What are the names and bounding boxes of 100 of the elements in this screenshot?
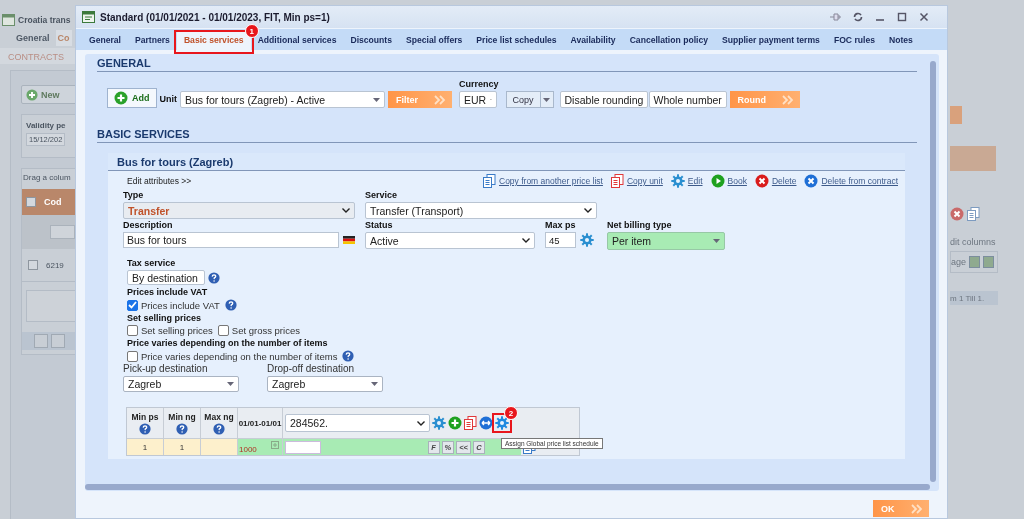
column-header: Cod [44,197,62,207]
field-label: Description [123,220,174,230]
tab[interactable]: FOC rules [826,31,882,50]
price-field[interactable] [285,440,321,454]
field-label: Status [365,220,394,230]
play-icon[interactable] [710,174,725,188]
currency-select[interactable]: EUR [459,91,497,108]
rounding-unit-select[interactable]: Whole number [648,91,727,108]
column-header: Min ng [168,411,196,422]
excel-icon[interactable] [969,256,981,268]
service-select[interactable]: Transfer (Transport) [365,202,597,219]
tab[interactable]: Cancellation policy [622,31,715,50]
tax-service-select[interactable]: By destination [127,270,205,285]
max-ps-field[interactable]: 45 [545,232,576,248]
swap-icon[interactable] [479,416,493,430]
grid-header [950,146,996,171]
chevrons-icon [781,94,794,105]
table-cell: 6219 [46,260,64,270]
copy-icon[interactable] [610,174,624,188]
copy-icon[interactable] [483,174,496,188]
export-icon[interactable] [983,256,995,268]
field-label: Pick-up destination [123,363,209,374]
close-icon[interactable] [919,12,929,22]
net-billing-select[interactable]: Per item [607,232,725,250]
checkbox-label[interactable]: Set selling prices [141,325,213,336]
tab[interactable]: General [82,31,128,50]
field-label: Type [123,190,145,200]
tab[interactable]: Availability [563,31,623,50]
action-link[interactable]: Edit [687,176,703,186]
field-label: Service [365,190,399,200]
copy-button[interactable]: Copy [505,91,541,108]
add-button[interactable]: Add [107,88,157,108]
help-icon[interactable] [342,350,355,362]
refresh-icon[interactable] [853,12,863,22]
price-value: 1000 [239,444,257,454]
checkbox[interactable] [28,260,38,270]
tab[interactable]: Special offers [399,31,470,50]
window-title: Croatia trans [18,15,71,25]
schedule-select[interactable]: 284562. [285,414,430,432]
tab[interactable]: Price list schedules [469,31,564,50]
checkbox-label[interactable]: Set gross prices [231,325,300,336]
global-settings-icon[interactable] [495,416,509,430]
tab[interactable]: Supplier payment terms [715,31,827,50]
pager-info: m 1 Till 1. [950,293,985,303]
copy-icon[interactable] [967,207,980,221]
plus-icon[interactable] [114,91,128,105]
action-link[interactable]: Copy unit [626,176,663,186]
delete-icon[interactable] [754,174,769,188]
settings-icon[interactable] [432,416,446,430]
flag-icon[interactable] [343,235,355,245]
maximize-icon[interactable] [897,12,907,22]
table-cell: 1 [164,438,201,455]
help-icon[interactable] [139,422,151,435]
filter-field[interactable] [50,225,75,239]
description-field[interactable]: Bus for tours [123,232,339,248]
scrollbar[interactable] [85,484,930,490]
action-link[interactable]: Delete [771,176,797,186]
help-icon[interactable] [176,422,188,435]
delete-icon[interactable] [950,207,964,221]
section-heading: BASIC SERVICES [97,128,917,143]
tab[interactable]: Discounts [343,31,399,50]
tab[interactable]: Notes [881,31,920,50]
column-header: Max ng [204,411,234,422]
settings-icon[interactable] [580,233,594,247]
tab[interactable]: General [16,30,50,46]
chevrons-icon [434,94,446,105]
action-link[interactable]: Book [727,176,747,186]
action-link[interactable]: Delete from contract [821,176,898,186]
edit-attributes-link[interactable]: Edit attributes >> [123,176,192,186]
dropoff-select[interactable]: Zagreb [267,376,383,392]
copy-icon[interactable] [464,416,477,430]
rounding-select[interactable]: Disable rounding [559,91,648,108]
status-select[interactable]: Active [365,232,535,249]
tab[interactable]: Partners [128,31,177,50]
checkbox[interactable] [127,325,138,336]
option-heading: Set selling prices [127,313,202,323]
checkbox[interactable] [217,325,229,336]
help-icon[interactable] [213,422,225,435]
option-heading: Price varies depending on the number of items [127,338,328,348]
period-header: 01/01-01/01 [238,418,282,428]
field-label: Unit [159,94,177,104]
pickup-select[interactable]: Zagreb [123,376,239,392]
callout-number: 2 [504,406,518,420]
checkbox[interactable] [127,299,138,311]
settings-icon[interactable] [670,174,685,188]
plus-icon[interactable] [448,416,462,430]
help-icon[interactable] [208,271,220,284]
page-label: age [951,257,967,267]
delete-icon[interactable] [804,174,819,188]
scrollbar[interactable] [930,61,936,482]
checkbox-label[interactable]: Prices include VAT [141,299,220,311]
checkbox[interactable] [26,197,36,207]
chevrons-icon [911,503,923,514]
help-icon[interactable] [224,299,237,311]
unit-select[interactable]: Bus for tours (Zagreb) - Active [180,91,385,108]
checkbox-label[interactable]: Price varies depending on the number of items [141,350,338,362]
field-label: Drop-off destination [267,363,356,374]
pin-icon[interactable] [829,12,841,22]
checkbox[interactable] [127,350,138,362]
action-link[interactable]: Copy from another price list [499,176,603,186]
